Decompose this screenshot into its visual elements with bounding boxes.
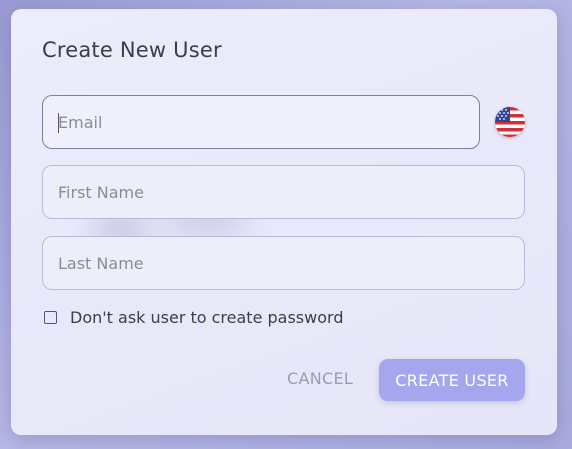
create-user-dialog: Create New User Email First Name Last Na… xyxy=(11,9,557,435)
dialog-title: Create New User xyxy=(42,38,222,62)
cancel-button[interactable]: CANCEL xyxy=(287,369,353,388)
first-name-input[interactable] xyxy=(58,182,524,202)
no-password-checkbox[interactable] xyxy=(44,311,57,324)
last-name-input[interactable] xyxy=(58,253,524,273)
last-name-field[interactable] xyxy=(42,236,525,290)
us-flag-svg xyxy=(495,107,525,137)
no-password-option[interactable]: Don't ask user to create password xyxy=(44,308,343,327)
create-user-button[interactable]: CREATE USER xyxy=(379,359,525,401)
no-password-label: Don't ask user to create password xyxy=(70,308,344,327)
text-caret xyxy=(58,113,59,133)
first-name-field[interactable] xyxy=(42,165,525,219)
us-flag-icon[interactable] xyxy=(495,107,525,137)
email-input[interactable] xyxy=(58,112,479,132)
email-field[interactable] xyxy=(42,95,480,149)
